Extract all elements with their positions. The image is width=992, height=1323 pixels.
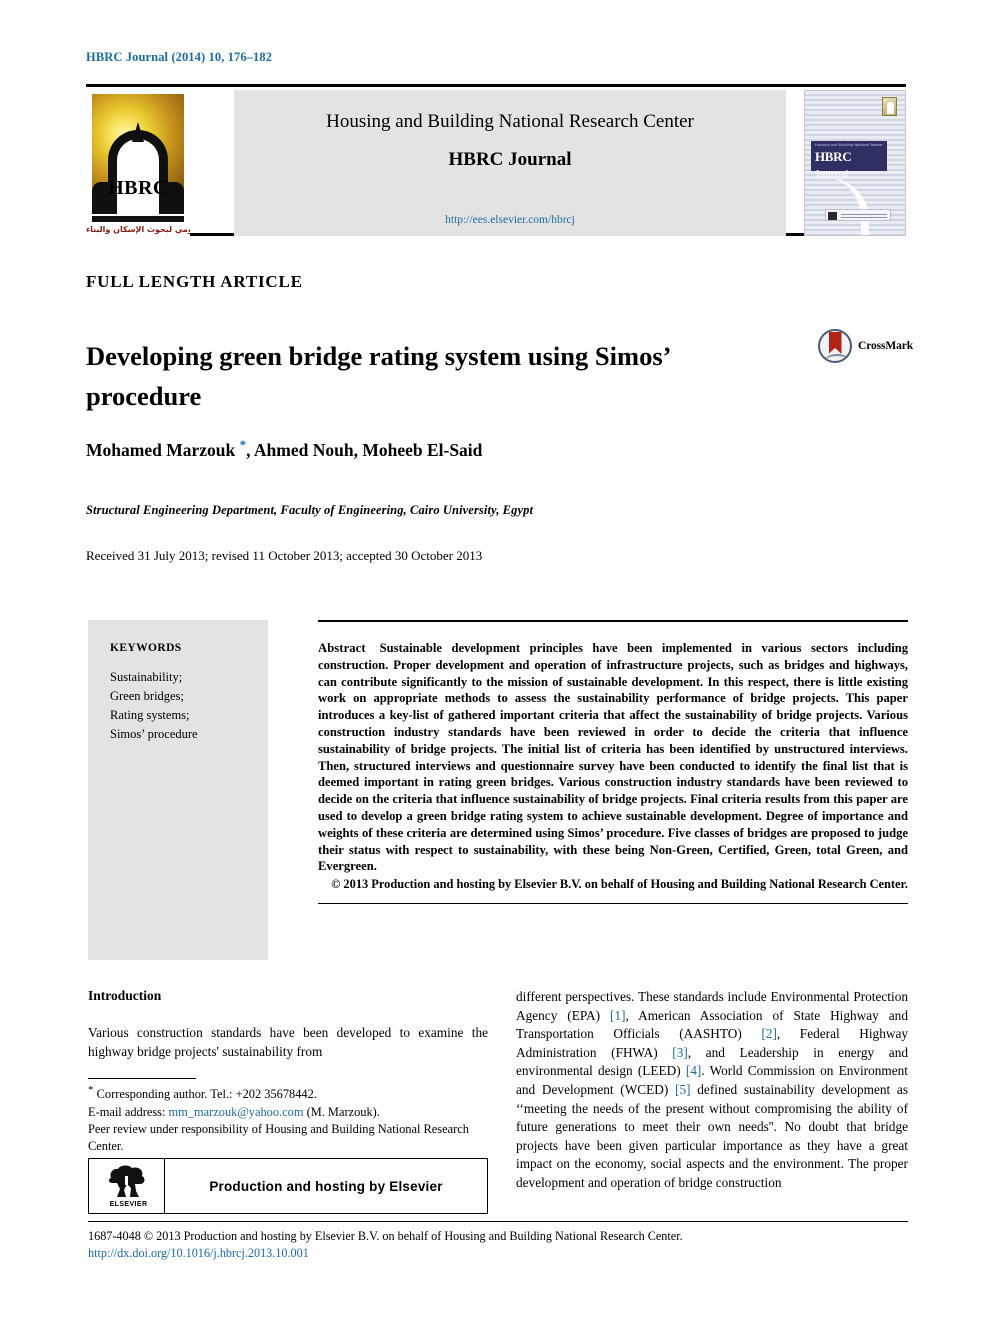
abstract-body: Abstract Sustainable development principl… [318, 640, 908, 875]
crossmark-icon [818, 329, 852, 363]
hbrc-logo-arabic: المركز القومي لبحوث الإسكان والبناء [86, 225, 190, 234]
footnote-corresponding-text: Corresponding author. Tel.: +202 3567844… [96, 1087, 317, 1102]
elsevier-logo-icon: ELSEVIER [89, 1158, 165, 1214]
citation-ref-1[interactable]: [1] [610, 1008, 626, 1023]
section-title-introduction: Introduction [88, 988, 162, 1003]
footnote-divider [88, 1078, 196, 1079]
footnote-email-suffix: (M. Marzouk). [306, 1104, 380, 1119]
elsevier-tree-icon [108, 1165, 145, 1197]
author-names-suffix: , Ahmed Nouh, Moheeb El-Said [246, 439, 483, 460]
hbrc-logo-icon: HBRC المركز القومي لبحوث الإسكان والبناء [86, 90, 190, 236]
body-column-left: Introduction Various construction standa… [88, 988, 488, 1061]
cover-title-band: Housing and Building National Research C… [811, 141, 887, 180]
abstract-copyright: © 2013 Production and hosting by Elsevie… [331, 877, 908, 892]
hbrc-logo-acronym: HBRC [108, 177, 168, 199]
email-link[interactable]: mm_marzouk@yahoo.com [169, 1105, 304, 1119]
body-column-right: different perspectives. These standards … [516, 988, 908, 1193]
journal-masthead: HBRC المركز القومي لبحوث الإسكان والبناء… [86, 84, 906, 236]
journal-url-link[interactable]: http://ees.elsevier.com/hbrcj [234, 214, 786, 226]
page-title: Developing green bridge rating system us… [86, 340, 670, 411]
abstract-section: Abstract Sustainable development principl… [318, 620, 908, 904]
article-page: HBRC Journal (2014) 10, 176–182 HBRC الم… [0, 0, 992, 1323]
publisher-name: Housing and Building National Research C… [326, 111, 694, 132]
keywords-list: Sustainability; Green bridges; Rating sy… [110, 668, 268, 744]
cover-band-subtitle: Housing and Building National Research C… [815, 143, 883, 147]
author-list: Mohamed Marzouk *, Ahmed Nouh, Moheeb El… [86, 437, 482, 461]
cover-badge-icon [882, 97, 897, 116]
cover-band-acronym: HBRC [815, 149, 852, 164]
intro-text-seg: defined sustainability development as ‘‘… [516, 1081, 908, 1190]
citation-ref-3[interactable]: [3] [672, 1045, 688, 1060]
citation-ref-5[interactable]: [5] [675, 1082, 691, 1097]
elsevier-wordmark: ELSEVIER [109, 1201, 148, 1208]
cover-caption-strip [825, 209, 891, 221]
footnote-email: E-mail address: mm_marzouk@yahoo.com (M.… [88, 1104, 488, 1121]
page-footer: 1687-4048 © 2013 Production and hosting … [88, 1228, 908, 1262]
keywords-heading: KEYWORDS [110, 642, 182, 654]
cover-swoosh-decoration [805, 177, 869, 235]
citation-ref-2[interactable]: [2] [761, 1026, 777, 1041]
elsevier-production-box: ELSEVIER Production and hosting by Elsev… [88, 1158, 488, 1214]
list-item: Green bridges; [110, 689, 184, 703]
keywords-box: KEYWORDS Sustainability; Green bridges; … [88, 620, 268, 960]
journal-title: HBRC Journal [448, 149, 572, 170]
citation-ref-4[interactable]: [4] [686, 1063, 702, 1078]
footer-copyright-line: 1687-4048 © 2013 Production and hosting … [88, 1229, 683, 1243]
crossmark-badge[interactable]: CrossMark [818, 329, 913, 363]
elsevier-production-text: Production and hosting by Elsevier [209, 1178, 443, 1194]
crossmark-label: CrossMark [858, 340, 914, 352]
doi-link[interactable]: http://dx.doi.org/10.1016/j.hbrcj.2013.1… [88, 1245, 908, 1262]
list-item: Simos’ procedure [110, 727, 198, 741]
affiliation: Structural Engineering Department, Facul… [86, 503, 534, 517]
footnote-corresponding-author: * Corresponding author. Tel.: +202 35678… [88, 1082, 488, 1104]
abstract-heading: Abstract [318, 641, 366, 655]
article-history-dates: Received 31 July 2013; revised 11 Octobe… [86, 548, 483, 563]
footnote-marker: * [88, 1084, 94, 1096]
running-head: HBRC Journal (2014) 10, 176–182 [86, 50, 273, 64]
journal-cover-thumbnail: Housing and Building National Research C… [804, 90, 906, 236]
list-item: Rating systems; [110, 708, 190, 722]
footer-divider [88, 1221, 908, 1222]
masthead-center-panel: Housing and Building National Research C… [234, 90, 786, 236]
footnote-peer-review: Peer review under responsibility of Hous… [88, 1121, 469, 1154]
abstract-text: Sustainable development principles have … [318, 641, 908, 874]
introduction-paragraph-left: Various construction standards have been… [88, 1025, 488, 1059]
footnotes-block: * Corresponding author. Tel.: +202 35678… [88, 1082, 488, 1156]
introduction-paragraph-right: different perspectives. These standards … [516, 988, 908, 1193]
article-type-label: FULL LENGTH ARTICLE [86, 272, 303, 291]
footnote-email-label: E-mail address: [88, 1104, 166, 1119]
list-item: Sustainability; [110, 670, 183, 684]
author-names-prefix: Mohamed Marzouk [86, 439, 240, 460]
